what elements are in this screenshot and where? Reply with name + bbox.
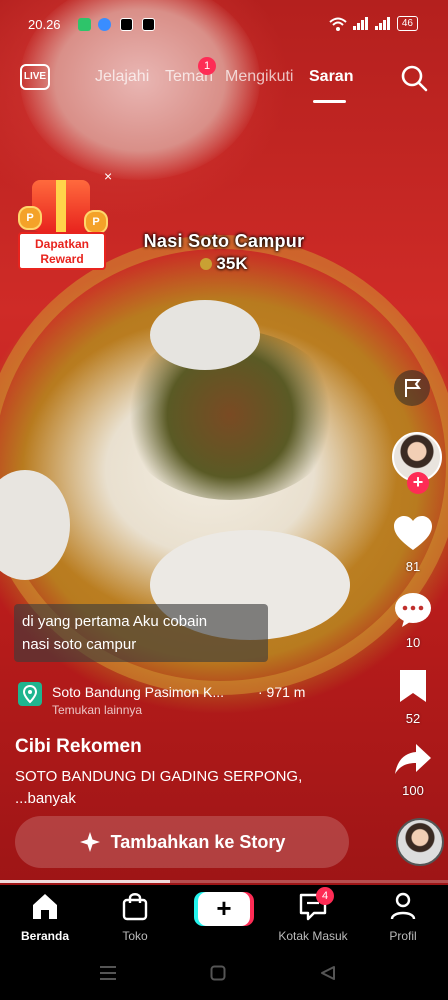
share-icon bbox=[395, 744, 431, 774]
caption-line2: nasi soto campur bbox=[22, 636, 137, 653]
follow-button[interactable]: + bbox=[407, 472, 429, 494]
inbox-badge: 4 bbox=[316, 887, 334, 905]
location-name: Soto Bandung Pasimon K... bbox=[52, 684, 224, 700]
tab-beranda[interactable]: Beranda bbox=[0, 885, 90, 943]
top-nav: LIVE Jelajahi Teman 1 Mengikuti Saran bbox=[0, 57, 448, 103]
tab-profil[interactable]: Profil bbox=[358, 885, 448, 943]
search-icon[interactable] bbox=[400, 64, 428, 92]
location-distance: · 971 m bbox=[258, 684, 306, 700]
close-icon[interactable]: × bbox=[104, 168, 112, 184]
profile-icon bbox=[390, 892, 416, 920]
comment-count: 10 bbox=[405, 635, 421, 650]
author-name[interactable]: Cibi Rekomen bbox=[15, 736, 142, 758]
add-to-story-label: Tambahkan ke Story bbox=[110, 831, 286, 852]
tiktok-screen: 20.26 46 LIVE Jelajahi Teman 1 Mengikuti… bbox=[0, 0, 448, 1000]
flag-icon bbox=[405, 379, 421, 397]
video-caption: di yang pertama Aku cobain nasi soto cam… bbox=[14, 604, 268, 662]
description-line1: SOTO BANDUNG DI GADING SERPONG, bbox=[15, 768, 303, 785]
status-right: 46 bbox=[329, 16, 418, 31]
home-icon bbox=[33, 894, 57, 919]
flag-button[interactable] bbox=[394, 370, 430, 406]
back-nav-icon[interactable] bbox=[320, 965, 336, 981]
wifi-icon bbox=[329, 17, 347, 31]
comment-icon bbox=[395, 593, 431, 627]
save-button[interactable]: 52 bbox=[378, 668, 448, 726]
share-count: 100 bbox=[402, 783, 424, 798]
tiktok-app-icon bbox=[120, 18, 133, 31]
like-button[interactable]: 81 bbox=[378, 516, 448, 574]
battery-indicator: 46 bbox=[396, 16, 418, 31]
video-progress-fill bbox=[0, 880, 171, 883]
location-pin-icon bbox=[18, 682, 42, 706]
coin-icon bbox=[200, 258, 213, 270]
comment-button[interactable]: 10 bbox=[378, 592, 448, 650]
tab-toko-label: Toko bbox=[122, 929, 148, 943]
food-title: Nasi Soto Campur bbox=[143, 231, 305, 251]
save-count: 52 bbox=[405, 711, 421, 726]
messenger-app-icon bbox=[98, 18, 111, 31]
signal-icon bbox=[352, 17, 368, 30]
recents-icon[interactable] bbox=[98, 965, 118, 981]
sparkle-icon bbox=[79, 832, 100, 852]
status-bar: 20.26 46 bbox=[0, 0, 448, 50]
caption-line1: di yang pertama Aku cobain bbox=[22, 613, 208, 630]
action-rail: + 81 10 52 100 bbox=[378, 370, 448, 890]
tab-jelajahi[interactable]: Jelajahi bbox=[95, 68, 149, 86]
home-nav-icon[interactable] bbox=[210, 965, 226, 981]
shield-app-icon bbox=[78, 18, 91, 31]
signal-icon bbox=[374, 17, 390, 30]
music-avatar[interactable] bbox=[396, 818, 444, 866]
add-to-story-button[interactable]: Tambahkan ke Story bbox=[15, 816, 349, 868]
tab-kotak-masuk-label: Kotak Masuk bbox=[278, 929, 348, 943]
video-progress-bar[interactable] bbox=[0, 880, 448, 883]
tab-beranda-label: Beranda bbox=[20, 929, 70, 943]
tab-kotak-masuk[interactable]: 4 Kotak Masuk bbox=[268, 885, 358, 943]
food-price: 35K bbox=[0, 254, 448, 274]
location-more: Temukan lainnya bbox=[52, 703, 143, 717]
tab-mengikuti[interactable]: Mengikuti bbox=[225, 68, 293, 86]
lontong-piece bbox=[150, 300, 260, 370]
status-time: 20.26 bbox=[28, 17, 61, 32]
heart-icon bbox=[394, 516, 432, 550]
bottom-tab-bar: Beranda Toko + 4 Kotak Masuk Profil bbox=[0, 885, 448, 945]
tab-saran[interactable]: Saran bbox=[309, 68, 353, 86]
active-tab-underline bbox=[313, 100, 346, 103]
system-nav-bar bbox=[0, 945, 448, 1000]
location-tag[interactable]: Soto Bandung Pasimon K... · 971 m Temuka… bbox=[18, 680, 318, 720]
tab-toko[interactable]: Toko bbox=[90, 885, 180, 943]
tiktok-app-icon bbox=[142, 18, 155, 31]
live-icon[interactable]: LIVE bbox=[20, 64, 50, 90]
shopping-bag-icon bbox=[122, 893, 148, 921]
teman-badge: 1 bbox=[198, 57, 216, 75]
tab-profil-label: Profil bbox=[389, 929, 417, 943]
coin-icon: P bbox=[18, 206, 42, 230]
price-value: 35K bbox=[216, 254, 248, 273]
share-button[interactable]: 100 bbox=[378, 742, 448, 798]
bookmark-icon bbox=[400, 670, 426, 702]
like-count: 81 bbox=[405, 559, 421, 574]
create-button[interactable]: + bbox=[198, 892, 250, 926]
description-more[interactable]: ...banyak bbox=[15, 790, 76, 807]
